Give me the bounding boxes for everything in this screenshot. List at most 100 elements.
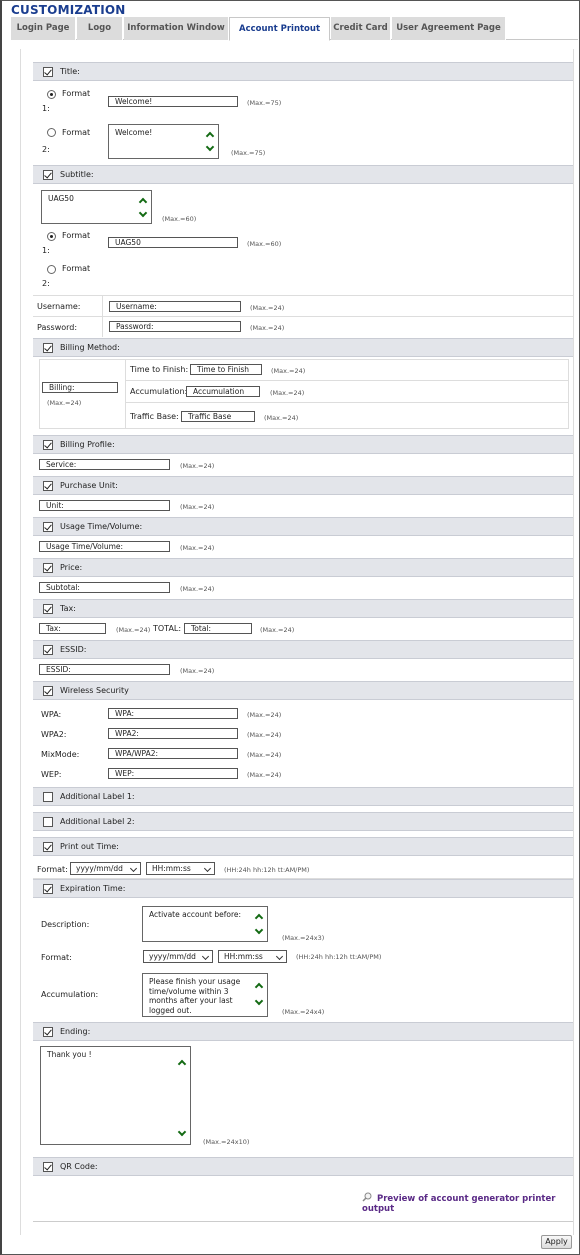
- essid-label: ESSID:: [60, 645, 87, 654]
- expiration-time-value: HH:mm:ss: [224, 952, 263, 961]
- scroll-up-icon[interactable]: [254, 913, 264, 923]
- tab-user-agreement-page[interactable]: User Agreement Page: [392, 17, 506, 40]
- wpa2-hint: (Max.=24): [247, 731, 282, 739]
- mixmode-hint: (Max.=24): [247, 751, 282, 759]
- total-input[interactable]: Total:: [184, 623, 252, 634]
- expiration-checkbox[interactable]: [43, 884, 53, 894]
- print-time-date-select[interactable]: yyyy/mm/dd: [70, 862, 141, 875]
- price-checkbox[interactable]: [43, 563, 53, 573]
- print-time-header: Print out Time:: [33, 837, 573, 856]
- chevron-down-icon: [129, 864, 138, 873]
- wep-input[interactable]: WEP:: [108, 768, 238, 779]
- tab-login-page[interactable]: Login Page: [11, 17, 76, 40]
- time-to-finish-hint: (Max.=24): [271, 367, 306, 375]
- qr-code-checkbox[interactable]: [43, 1162, 53, 1172]
- additional-label-2-checkbox[interactable]: [43, 817, 53, 827]
- scroll-up-icon[interactable]: [177, 1059, 187, 1069]
- preview-link-text[interactable]: Preview of account generator printer out…: [362, 1194, 555, 1214]
- ending-textarea[interactable]: Thank you !: [40, 1046, 191, 1145]
- tax-checkbox[interactable]: [43, 604, 53, 614]
- apply-button[interactable]: Apply: [541, 1235, 572, 1249]
- billing-profile-checkbox[interactable]: [43, 440, 53, 450]
- tab-credit-card[interactable]: Credit Card: [331, 17, 391, 40]
- title-format1-label: Format: [62, 89, 91, 98]
- tax-input[interactable]: Tax:: [39, 623, 106, 634]
- subtitle-format2-radio[interactable]: [47, 265, 56, 274]
- textarea-scrollbar[interactable]: [177, 1049, 188, 1142]
- divider: [33, 1221, 573, 1222]
- title-section-label: Title:: [60, 67, 80, 76]
- subtitle-checkbox[interactable]: [43, 170, 53, 180]
- additional-label-1-header: Additional Label 1:: [33, 787, 573, 806]
- expiration-accumulation-hint: (Max.=24x4): [282, 1008, 325, 1016]
- mixmode-input[interactable]: WPA/WPA2:: [108, 748, 238, 759]
- print-time-label: Print out Time:: [60, 842, 119, 851]
- additional-label-1-checkbox[interactable]: [43, 792, 53, 802]
- subtitle-textarea[interactable]: UAG50: [41, 190, 152, 224]
- expiration-accumulation-label: Accumulation:: [41, 990, 99, 999]
- expiration-format-hint: (HH:24h hh:12h tt:AM/PM): [296, 953, 382, 961]
- title-checkbox[interactable]: [43, 67, 53, 77]
- purchase-unit-input[interactable]: Unit:: [39, 500, 170, 511]
- expiration-description-textarea[interactable]: Activate account before:: [142, 906, 268, 942]
- scroll-up-icon[interactable]: [138, 197, 148, 207]
- ending-checkbox[interactable]: [43, 1027, 53, 1037]
- password-input[interactable]: Password:: [109, 321, 241, 332]
- tab-information-window[interactable]: Information Window: [124, 17, 229, 40]
- subtitle-format1-input[interactable]: UAG50: [108, 237, 238, 248]
- essid-input[interactable]: ESSID:: [39, 664, 170, 675]
- tab-logo[interactable]: Logo: [77, 17, 123, 40]
- traffic-base-input[interactable]: Traffic Base: [181, 411, 255, 422]
- usage-input[interactable]: Usage Time/Volume:: [39, 541, 170, 552]
- scroll-down-icon[interactable]: [254, 996, 264, 1006]
- title-format2-textarea[interactable]: Welcome!: [108, 124, 219, 159]
- title-format2-radio[interactable]: [47, 128, 56, 137]
- traffic-base-hint: (Max.=24): [264, 414, 299, 422]
- time-to-finish-input[interactable]: Time to Finish: [190, 364, 262, 375]
- price-header: Price:: [33, 558, 573, 577]
- subtitle-text: UAG50: [48, 194, 74, 203]
- expiration-time-select[interactable]: HH:mm:ss: [218, 950, 287, 963]
- billing-method-checkbox[interactable]: [43, 343, 53, 353]
- textarea-scrollbar[interactable]: [254, 909, 265, 939]
- traffic-base-label: Traffic Base:: [130, 412, 179, 421]
- accumulation-hint: (Max.=24): [270, 389, 305, 397]
- purchase-unit-checkbox[interactable]: [43, 481, 53, 491]
- textarea-scrollbar[interactable]: [138, 193, 149, 221]
- accumulation-input[interactable]: Accumulation: [186, 386, 260, 397]
- scroll-down-icon[interactable]: [205, 142, 215, 152]
- subtitle-format1-radio[interactable]: [47, 232, 56, 241]
- wireless-checkbox[interactable]: [43, 686, 53, 696]
- tab-bar: Login Page Logo Information Window Accou…: [11, 17, 578, 41]
- title-format1-radio[interactable]: [47, 90, 56, 99]
- scroll-down-icon[interactable]: [138, 208, 148, 218]
- price-input[interactable]: Subtotal:: [39, 582, 170, 593]
- textarea-scrollbar[interactable]: [205, 127, 216, 156]
- price-label: Price:: [60, 563, 83, 572]
- expiration-date-select[interactable]: yyyy/mm/dd: [143, 950, 213, 963]
- wpa2-input[interactable]: WPA2:: [108, 728, 238, 739]
- scroll-down-icon[interactable]: [254, 925, 264, 935]
- expiration-accumulation-textarea[interactable]: Please finish your usage time/volume wit…: [142, 973, 268, 1017]
- textarea-scrollbar[interactable]: [254, 976, 265, 1014]
- print-time-checkbox[interactable]: [43, 842, 53, 852]
- print-time-time-select[interactable]: HH:mm:ss: [146, 862, 215, 875]
- divider: [125, 359, 126, 429]
- scroll-up-icon[interactable]: [205, 131, 215, 141]
- billing-profile-input[interactable]: Service:: [39, 459, 170, 470]
- scroll-up-icon[interactable]: [254, 982, 264, 992]
- billing-input[interactable]: Billing:: [42, 382, 118, 393]
- essid-checkbox[interactable]: [43, 645, 53, 655]
- title-format1-input[interactable]: Welcome!: [108, 96, 238, 107]
- usage-checkbox[interactable]: [43, 522, 53, 532]
- subtitle-textarea-hint: (Max.=60): [162, 215, 197, 223]
- title-section-header: Title:: [33, 62, 573, 81]
- wpa-input[interactable]: WPA:: [108, 708, 238, 719]
- username-input[interactable]: Username:: [109, 301, 241, 312]
- tab-account-printout[interactable]: Account Printout: [229, 17, 330, 41]
- title-format1-hint: (Max.=75): [247, 99, 282, 107]
- password-label: Password:: [37, 323, 78, 332]
- preview-link[interactable]: Preview of account generator printer out…: [362, 1192, 580, 1214]
- scroll-down-icon[interactable]: [177, 1127, 187, 1137]
- username-label: Username:: [37, 302, 81, 311]
